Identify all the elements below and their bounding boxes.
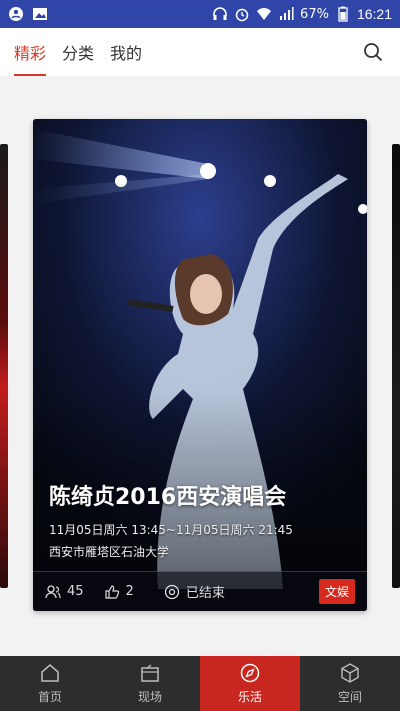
status-icon (164, 584, 179, 599)
event-location: 西安市雁塔区石油大学 (49, 545, 170, 559)
headphones-icon (213, 7, 227, 20)
battery-percent: 67% (300, 6, 329, 22)
previous-event-card[interactable] (0, 144, 8, 588)
likes-count: 2 (125, 584, 134, 599)
battery-icon (338, 6, 348, 22)
clock: 16:21 (356, 6, 392, 22)
tab-featured[interactable]: 精彩 (14, 34, 47, 76)
event-card[interactable]: 陈绮贞2016西安演唱会 11月05日周六 13:45~11月05日周六 21:… (33, 119, 367, 611)
nav-lehuo[interactable]: 乐活 (200, 656, 300, 711)
category-tag[interactable]: 文娱 (318, 579, 355, 604)
nav-home[interactable]: 首页 (0, 656, 100, 711)
event-time: 11月05日周六 13:45~11月05日周六 21:45 (49, 523, 293, 537)
status-bar: 67% 16:21 (0, 0, 400, 28)
top-tab-bar: 精彩 分类 我的 (0, 28, 400, 76)
attendees[interactable]: 45 (45, 584, 84, 600)
nav-home-label: 首页 (37, 690, 62, 704)
app-notification-icon (9, 7, 23, 21)
compass-icon (240, 663, 260, 683)
thumbs-up-icon (104, 584, 119, 599)
alarm-icon (235, 8, 249, 22)
search-icon (364, 43, 383, 62)
tab-categories[interactable]: 分类 (62, 34, 94, 70)
signal-icon (280, 7, 294, 20)
attendees-count: 45 (67, 584, 84, 599)
wifi-icon (257, 8, 272, 20)
home-icon (41, 664, 59, 682)
nav-space-label: 空间 (337, 690, 362, 704)
likes[interactable]: 2 (104, 584, 134, 600)
event-status: 已结束 (164, 582, 225, 601)
featured-carousel[interactable]: 陈绮贞2016西安演唱会 11月05日周六 13:45~11月05日周六 21:… (0, 76, 400, 656)
nav-scene[interactable]: 现场 (100, 656, 200, 711)
nav-lehuo-label: 乐活 (237, 690, 262, 704)
nav-space[interactable]: 空间 (300, 656, 400, 711)
event-card-footer: 45 2 已结束 文娱 (33, 571, 367, 611)
bottom-navigation: 首页 现场 乐活 空间 (0, 656, 400, 711)
people-icon (45, 584, 61, 598)
next-event-card[interactable] (392, 144, 400, 588)
image-notification-icon (33, 8, 47, 20)
event-status-label: 已结束 (185, 586, 225, 601)
cube-icon (341, 663, 359, 683)
scene-icon (141, 664, 159, 682)
tab-mine[interactable]: 我的 (110, 34, 142, 70)
search-button[interactable] (360, 39, 386, 65)
event-title: 陈绮贞2016西安演唱会 (49, 485, 287, 510)
nav-scene-label: 现场 (137, 690, 162, 704)
